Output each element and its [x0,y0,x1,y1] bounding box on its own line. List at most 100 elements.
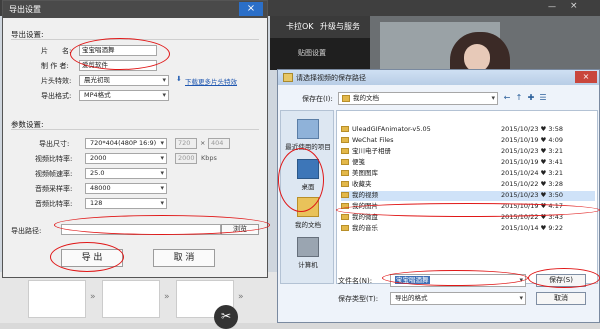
file-name: UleadGIFAnimator-v5.05 [352,125,431,133]
list-item[interactable]: 便笺 2015/10/19 ♥ 3:41 [341,158,595,168]
highlight-export-annotation [50,242,124,272]
tab-karaoke[interactable]: 卡拉OK [286,20,314,34]
file-date: 2015/10/23 ♥ 3:21 [501,147,564,155]
audio-bitrate-select[interactable]: 128 [85,198,167,209]
arrow-right-icon: » [164,292,170,302]
size-label: 导出尺寸: [39,140,70,148]
folder-icon [341,137,349,143]
file-name: 收藏夹 [352,180,372,188]
highlight-save-annotation [528,268,600,288]
file-date: 2015/10/19 ♥ 4:09 [501,136,564,144]
close-icon[interactable]: × [575,71,597,83]
format-select[interactable]: MP4格式 [79,90,169,101]
folder-icon [341,126,349,132]
sample-rate-label: 音频采样率: [35,185,73,193]
folder-icon [341,159,349,165]
highlight-documents-annotation [278,148,324,212]
intro-effect-label: 片头特效: [41,77,72,85]
save-in-label: 保存在(I): [302,95,333,103]
filetype-label: 保存类型(T): [338,295,379,303]
recent-items-icon[interactable] [297,119,319,139]
new-folder-icon[interactable]: ✚ [526,93,536,103]
folder-icon [341,181,349,187]
file-date: 2015/10/14 ♥ 9:22 [501,224,564,232]
window-close-icon[interactable]: × [570,1,578,11]
save-in-value: 我的文档 [353,94,379,102]
arrow-right-icon: » [90,292,96,302]
close-icon[interactable]: × [239,2,263,16]
place-computer-label[interactable]: 计算机 [281,259,335,269]
intro-effect-select[interactable]: 晨光初现 [79,75,169,86]
place-documents-label[interactable]: 我的文档 [281,219,335,229]
folder-icon [341,214,349,220]
file-name: 美图图库 [352,169,378,177]
highlight-path-annotation [54,215,270,235]
sticker-settings-label[interactable]: 贴图设置 [298,48,326,58]
folder-icon [283,73,293,82]
audio-bitrate-label: 音频比特率: [35,200,73,208]
clip-thumbnail[interactable] [28,280,86,318]
width-input[interactable]: 720 [175,138,197,149]
clip-thumbnail[interactable] [102,280,160,318]
video-bitrate-label: 视频比特率: [35,155,73,163]
highlight-filename-annotation [382,270,528,286]
arrow-right-icon: » [238,292,244,302]
computer-icon[interactable] [297,237,319,257]
framerate-select[interactable]: 25.0 [85,168,167,179]
framerate-label: 视频帧速率: [35,170,73,178]
video-bitrate-select[interactable]: 2000 [85,153,167,164]
video-preview-face [464,44,490,72]
file-date: 2015/10/22 ♥ 3:28 [501,180,564,188]
save-dialog-title: 请选择视频的保存路径 [296,74,366,82]
highlight-folder-annotation [336,203,600,217]
download-effects-link[interactable]: 下载更多片头特效 [185,76,237,86]
minimize-icon[interactable]: — [548,2,556,11]
format-label: 导出格式: [41,92,72,100]
divider [11,129,259,130]
height-input[interactable]: 404 [208,138,230,149]
size-select[interactable]: 720*404(480P 16:9) [85,138,167,149]
scissors-icon[interactable]: ✂ [214,305,238,329]
list-item[interactable]: 美图图库 2015/10/24 ♥ 3:21 [341,169,595,179]
folder-icon [341,192,349,198]
file-date: 2015/10/23 ♥ 3:50 [501,191,564,199]
file-date: 2015/10/19 ♥ 3:41 [501,158,564,166]
view-menu-icon[interactable]: ☰ [538,93,548,103]
file-date: 2015/10/23 ♥ 3:58 [501,125,564,133]
list-item[interactable]: UleadGIFAnimator-v5.05 2015/10/23 ♥ 3:58 [341,125,595,135]
list-item-selected[interactable]: 我的视频 2015/10/23 ♥ 3:50 [341,191,595,201]
export-dialog-titlebar [3,1,267,18]
list-item[interactable]: 我的音乐 2015/10/14 ♥ 9:22 [341,224,595,234]
save-in-select[interactable]: 我的文档 [338,92,498,105]
list-item[interactable]: WeChat Files 2015/10/19 ♥ 4:09 [341,136,595,146]
sample-rate-select[interactable]: 48000 [85,183,167,194]
folder-icon [342,95,350,102]
filename-label: 文件名(N): [338,277,373,285]
kbps-unit: Kbps [201,154,217,162]
list-item[interactable]: 宝川电子相册 2015/10/23 ♥ 3:21 [341,147,595,157]
save-cancel-button[interactable]: 取消 [536,292,586,305]
size-separator: × [200,139,206,147]
file-name: WeChat Files [352,136,394,144]
file-list: UleadGIFAnimator-v5.05 2015/10/23 ♥ 3:58 … [336,110,598,284]
download-icon: ⬇ [176,75,182,83]
up-folder-icon[interactable]: ↑ [514,93,524,103]
window-controls: — × [540,0,600,14]
export-dialog-title: 导出设置 [9,5,41,14]
folder-icon [341,170,349,176]
folder-icon [341,148,349,154]
title-label: 片 名: [41,47,72,55]
back-icon[interactable]: ← [502,93,512,103]
folder-icon [341,225,349,231]
tab-upgrade[interactable]: 升级与服务 [320,20,360,34]
file-name: 便笺 [352,158,365,166]
file-name: 我的视频 [352,191,378,199]
list-item[interactable]: 收藏夹 2015/10/22 ♥ 3:28 [341,180,595,190]
file-name: 我的音乐 [352,224,378,232]
author-label: 制 作 者: [41,62,69,70]
video-bitrate-input[interactable]: 2000 [175,153,197,164]
highlight-title-annotation [70,38,170,70]
filetype-select[interactable]: 导出的格式 [390,292,526,305]
cancel-button[interactable]: 取 消 [153,249,215,267]
path-label: 导出路径: [11,227,42,235]
